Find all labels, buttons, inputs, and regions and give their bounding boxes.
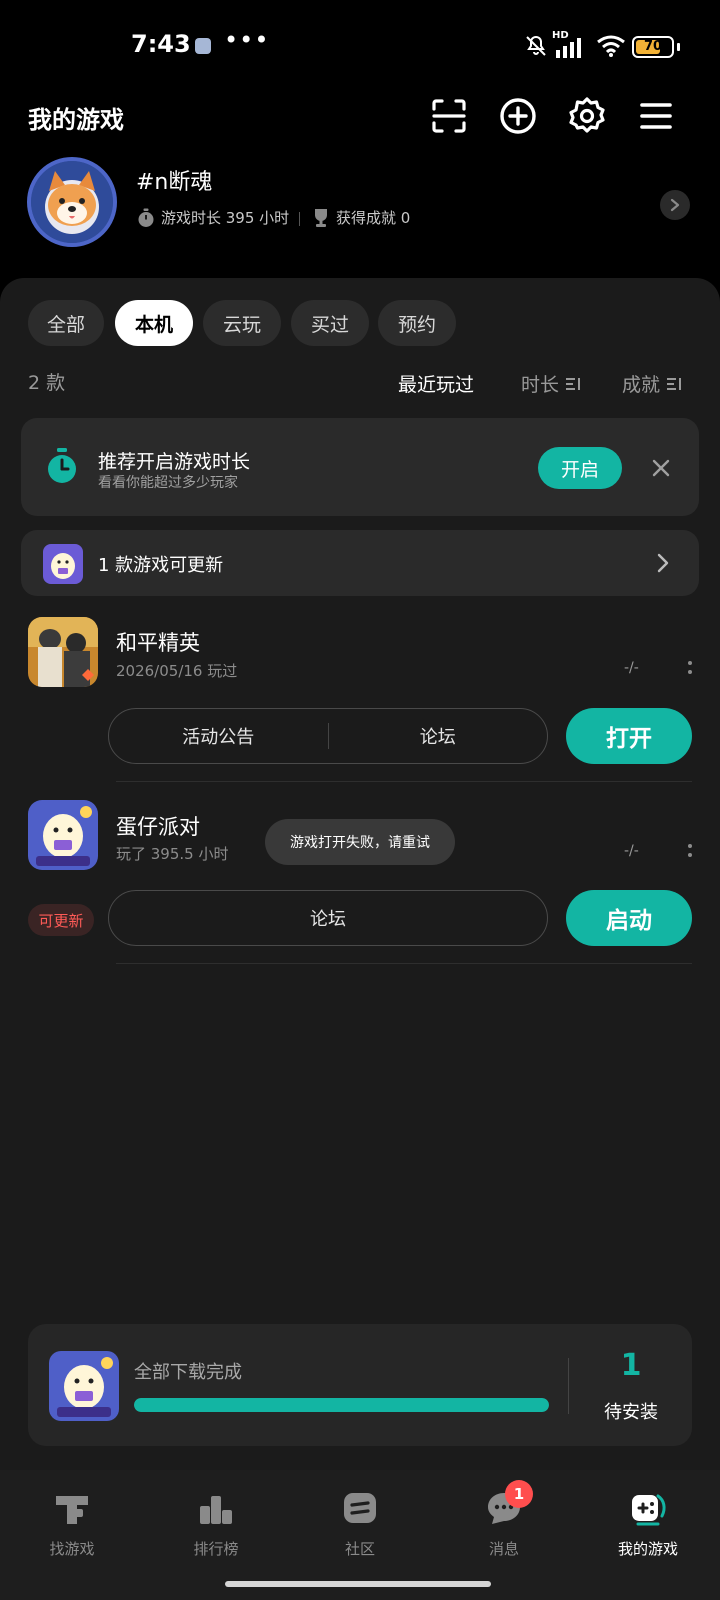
sort-achievement-label: 成就 <box>622 374 661 396</box>
battery-icon: 70 <box>632 36 674 58</box>
filter-chip-reserved[interactable]: 预约 <box>378 300 456 346</box>
filter-chip-local[interactable]: 本机 <box>115 300 193 346</box>
download-divider <box>568 1358 569 1414</box>
error-toast: 游戏打开失败，请重试 <box>265 819 455 865</box>
status-more: ••• <box>224 26 270 54</box>
download-status-card[interactable] <box>28 1324 692 1446</box>
game-achievement-ratio: -/- <box>624 843 639 859</box>
nav-label: 消息 <box>488 1540 519 1558</box>
download-title: 全部下载完成 <box>134 1362 242 1383</box>
sort-duration[interactable]: 时长 <box>521 370 581 397</box>
more-options-icon[interactable] <box>688 661 694 679</box>
event-notice-button[interactable]: 活动公告 <box>109 723 328 749</box>
mute-bell-icon <box>526 35 546 56</box>
avatar[interactable] <box>27 157 117 247</box>
battery-tip <box>677 43 680 51</box>
filter-chip-cloud[interactable]: 云玩 <box>203 300 281 346</box>
battery-text: 70 <box>643 39 663 54</box>
sort-duration-label: 时长 <box>521 374 560 396</box>
profile-detail-button[interactable] <box>660 190 690 220</box>
username: #n断魂 <box>136 170 213 195</box>
stopwatch-icon <box>138 208 154 227</box>
peacekeeper-elite-image <box>28 617 98 687</box>
playtime-stat: 游戏时长 395 小时 <box>137 207 289 228</box>
row-divider <box>116 963 692 964</box>
chevron-right-icon <box>670 198 680 212</box>
status-bar: 7:43 ••• HD 70 <box>0 0 720 96</box>
close-icon[interactable] <box>648 455 674 481</box>
trophy-icon <box>315 208 327 227</box>
nav-community[interactable]: 社区 <box>310 1488 410 1559</box>
pending-install-count: 1 <box>620 1348 642 1383</box>
eggy-party-image <box>43 544 83 584</box>
filter-chip-all[interactable]: 全部 <box>28 300 104 346</box>
add-icon[interactable] <box>498 96 538 136</box>
playtime-label: 游戏时长 395 小时 <box>161 209 290 227</box>
nav-my-games[interactable]: 我的游戏 <box>598 1488 698 1559</box>
nav-label: 社区 <box>344 1540 375 1558</box>
eggy-party-image <box>49 1351 119 1421</box>
game-last-played: 2026/05/16 玩过 <box>116 662 238 680</box>
find-game-icon <box>56 1496 88 1524</box>
game-action-group: 论坛 <box>108 890 548 946</box>
more-options-icon[interactable] <box>688 844 694 862</box>
eggy-party-icon[interactable] <box>28 800 98 870</box>
game-playtime: 玩了 395.5 小时 <box>116 845 229 863</box>
achievement-stat: 获得成就 0 <box>312 207 410 228</box>
game-count: 2 款 <box>28 372 66 394</box>
row-divider <box>116 781 692 782</box>
notification-app-icon <box>195 38 211 54</box>
nav-label: 找游戏 <box>49 1540 95 1558</box>
sort-icon <box>667 377 682 390</box>
peacekeeper-elite-icon[interactable] <box>28 617 98 687</box>
game-achievement-ratio: -/- <box>624 660 639 676</box>
settings-icon[interactable] <box>567 96 607 136</box>
scan-icon[interactable] <box>429 96 469 136</box>
sort-recent[interactable]: 最近玩过 <box>398 370 474 397</box>
sort-icon <box>566 377 581 390</box>
filter-chip-purchased[interactable]: 买过 <box>291 300 369 346</box>
nav-ranking[interactable]: 排行榜 <box>166 1488 266 1559</box>
launch-game-button[interactable]: 启动 <box>566 890 692 946</box>
achievement-label: 获得成就 0 <box>336 209 411 227</box>
message-count-badge: 1 <box>505 1480 533 1508</box>
game-name: 蛋仔派对 <box>116 815 200 839</box>
wifi-icon <box>597 35 625 57</box>
recommend-subtitle: 看看你能超过多少玩家 <box>98 475 238 491</box>
eggy-party-icon <box>49 1351 119 1421</box>
menu-icon[interactable] <box>636 96 676 136</box>
chevron-right-icon <box>657 553 669 573</box>
sort-recent-label: 最近玩过 <box>398 374 475 396</box>
nav-label: 排行榜 <box>193 1540 239 1558</box>
forum-button[interactable]: 论坛 <box>109 905 547 931</box>
download-progress-fill <box>134 1398 549 1412</box>
enable-playtime-button[interactable]: 开启 <box>538 447 622 489</box>
ranking-icon <box>200 1496 232 1524</box>
sort-achievement[interactable]: 成就 <box>622 370 682 397</box>
open-game-button[interactable]: 打开 <box>566 708 692 764</box>
pending-install-label: 待安装 <box>604 1402 658 1423</box>
forum-button[interactable]: 论坛 <box>329 723 548 749</box>
community-icon <box>344 1493 376 1523</box>
download-progress-bar <box>134 1398 549 1412</box>
page-title: 我的游戏 <box>28 106 124 134</box>
status-time: 7:43 <box>131 30 191 58</box>
update-banner-text: 1 款游戏可更新 <box>98 555 224 576</box>
game-action-group: 活动公告 论坛 <box>108 708 548 764</box>
home-indicator[interactable] <box>225 1581 491 1587</box>
nav-find-game[interactable]: 找游戏 <box>22 1488 122 1559</box>
stat-divider <box>299 212 300 226</box>
eggy-party-icon <box>43 544 83 584</box>
signal-icon <box>556 38 581 58</box>
recommend-title: 推荐开启游戏时长 <box>98 451 251 473</box>
nav-messages[interactable]: 消息 <box>454 1488 554 1559</box>
update-available-badge[interactable]: 可更新 <box>28 904 94 936</box>
stopwatch-icon <box>48 448 76 483</box>
my-games-icon <box>632 1494 666 1526</box>
shiba-avatar-image <box>31 161 113 243</box>
game-name: 和平精英 <box>116 631 200 655</box>
eggy-party-image <box>28 800 98 870</box>
nav-label: 我的游戏 <box>617 1540 678 1558</box>
